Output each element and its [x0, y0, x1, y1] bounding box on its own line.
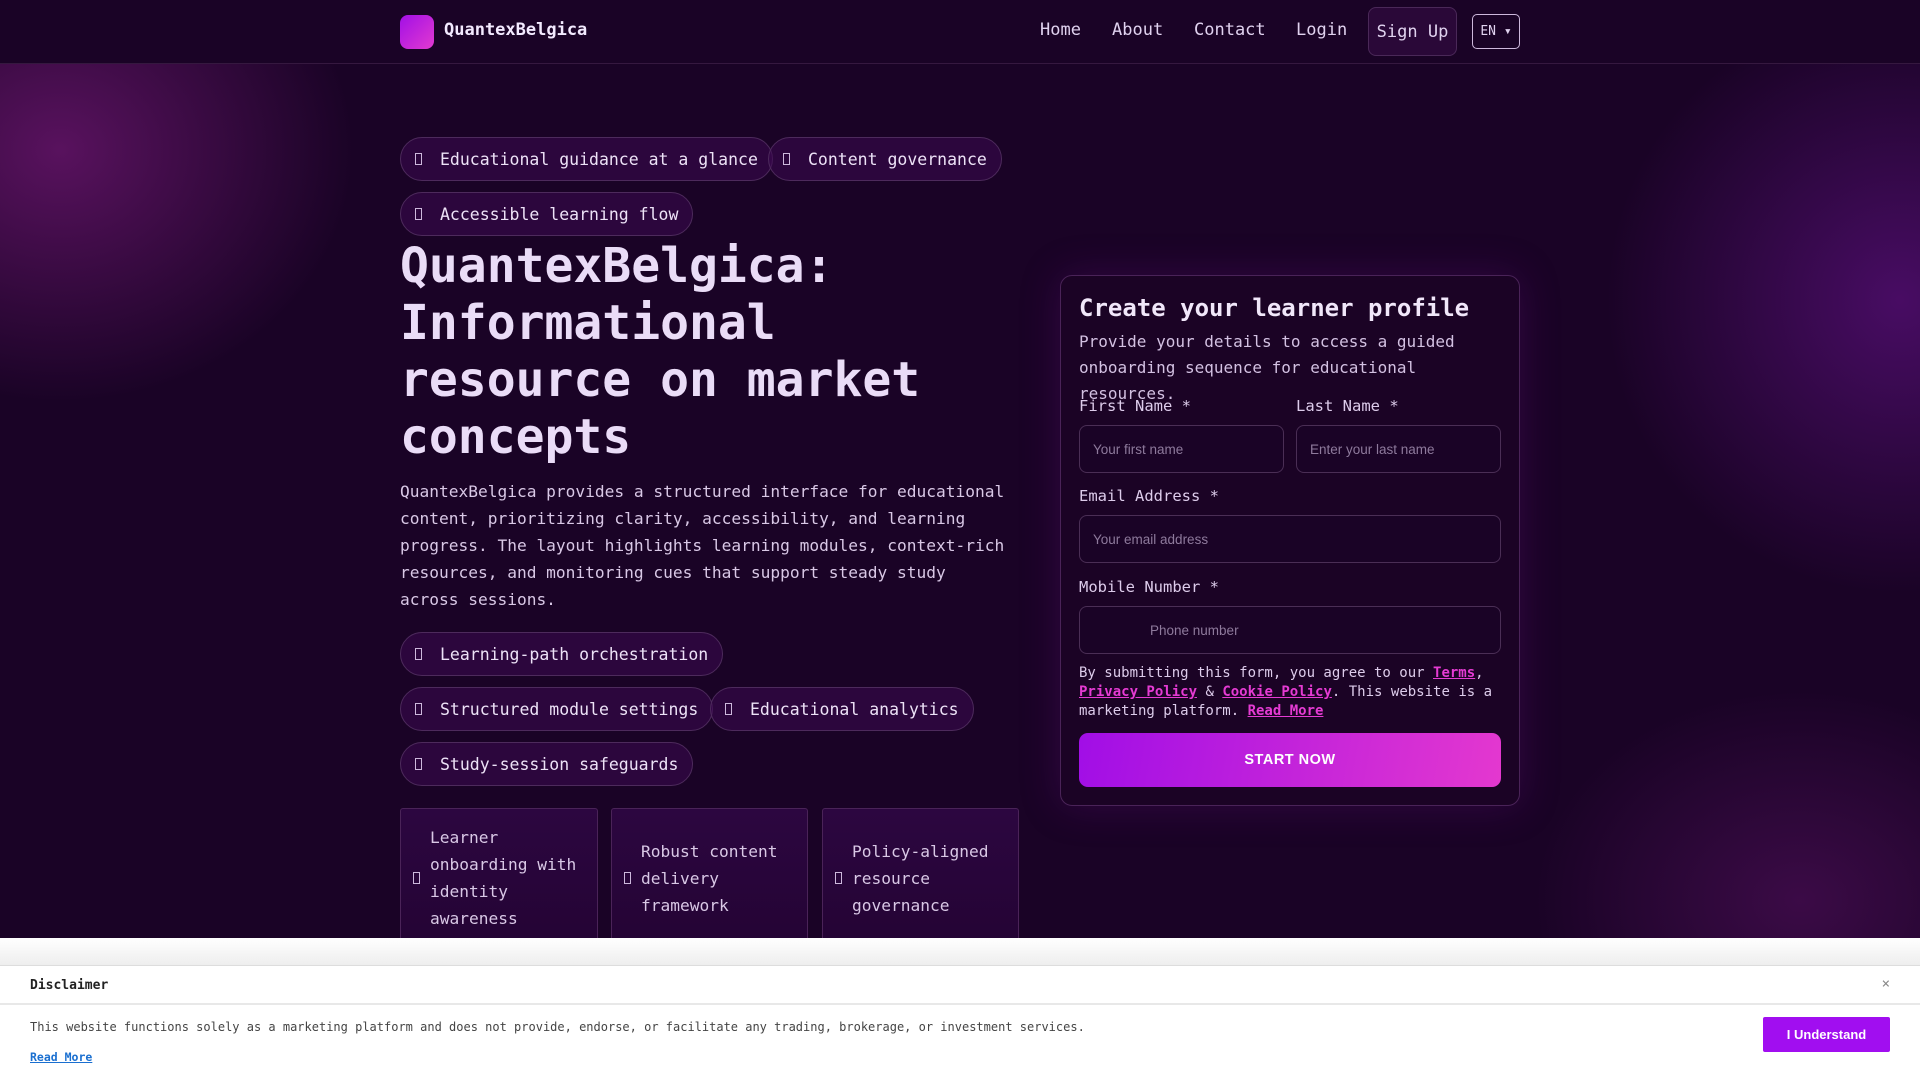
logo-icon[interactable] [400, 15, 434, 49]
privacy-link[interactable]: Privacy Policy [1079, 684, 1197, 700]
card-icon [413, 872, 420, 884]
last-name-label: Last Name * [1296, 397, 1399, 415]
email-label: Email Address * [1079, 487, 1219, 505]
feature-chip: Educational analytics [710, 687, 974, 731]
feature-icon [415, 648, 422, 660]
legal-text-part: , [1475, 665, 1484, 681]
page-title: QuantexBelgica: Informational resource o… [400, 238, 921, 465]
disclaimer-read-more-link[interactable]: Read More [30, 1050, 92, 1064]
signup-button[interactable]: Sign Up [1368, 7, 1457, 56]
nav-about[interactable]: About [1112, 20, 1163, 40]
brand-name[interactable]: QuantexBelgica [444, 20, 587, 40]
feature-icon [415, 758, 422, 770]
badge: Accessible learning flow [400, 192, 694, 236]
terms-link[interactable]: Terms [1433, 665, 1475, 681]
form-title: Create your learner profile [1079, 294, 1470, 322]
badge: Content governance [768, 137, 1002, 181]
signup-form: Create your learner profile Provide your… [1060, 275, 1520, 806]
nav-home[interactable]: Home [1040, 20, 1081, 40]
info-card: Policy-aligned resource governance [822, 808, 1019, 948]
feature-label: Educational analytics [750, 699, 959, 719]
info-card: Learner onboarding with identity awarene… [400, 808, 598, 948]
badge-icon [783, 153, 790, 165]
badge-label: Content governance [808, 149, 987, 169]
disclaimer-header: Disclaimer × [0, 966, 1920, 1005]
disclaimer-title: Disclaimer [30, 978, 109, 993]
feature-chip: Study-session safeguards [400, 742, 694, 786]
badge-icon [415, 208, 422, 220]
language-select[interactable]: EN ▾ [1472, 14, 1520, 49]
read-more-link[interactable]: Read More [1248, 703, 1324, 719]
start-now-button[interactable]: START NOW [1079, 733, 1501, 787]
feature-label: Learning-path orchestration [440, 644, 709, 664]
disclaimer-text: This website functions solely as a marke… [30, 1020, 1085, 1034]
nav-contact[interactable]: Contact [1194, 20, 1266, 40]
legal-text-part: By submitting this form, you agree to ou… [1079, 665, 1434, 681]
feature-label: Study-session safeguards [440, 754, 679, 774]
phone-input[interactable]: Phone number [1079, 606, 1501, 654]
card-text: Policy-aligned resource governance [852, 841, 989, 915]
first-name-input[interactable]: Your first name [1079, 425, 1284, 473]
feature-chip: Structured module settings [400, 687, 714, 731]
card-icon [624, 872, 631, 884]
cookie-link[interactable]: Cookie Policy [1222, 684, 1332, 700]
top-nav: QuantexBelgica Home About Contact Login … [0, 0, 1920, 64]
card-text: Learner onboarding with identity awarene… [430, 828, 577, 928]
badge-icon [415, 153, 422, 165]
badge: Educational guidance at a glance [400, 137, 773, 181]
info-card: Robust content delivery framework [611, 808, 808, 948]
feature-icon [725, 703, 732, 715]
disclaimer-banner: Disclaimer × This website functions sole… [0, 965, 1920, 1080]
badge-label: Educational guidance at a glance [440, 149, 758, 169]
card-icon [835, 872, 842, 884]
feature-chip: Learning-path orchestration [400, 632, 724, 676]
page-footer-strip [0, 938, 1920, 965]
legal-text-part: & [1197, 684, 1223, 700]
form-subtitle: Provide your details to access a guided … [1079, 332, 1455, 403]
email-input[interactable]: Your email address [1079, 515, 1501, 563]
feature-label: Structured module settings [440, 699, 699, 719]
hero-description: QuantexBelgica provides a structured int… [400, 482, 1005, 609]
nav-login[interactable]: Login [1296, 20, 1347, 40]
card-text: Robust content delivery framework [641, 841, 778, 915]
feature-icon [415, 703, 422, 715]
badge-label: Accessible learning flow [440, 204, 679, 224]
legal-text: By submitting this form, you agree to ou… [1079, 664, 1509, 721]
close-icon[interactable]: × [1882, 976, 1890, 992]
last-name-input[interactable]: Enter your last name [1296, 425, 1501, 473]
i-understand-button[interactable]: I Understand [1763, 1017, 1890, 1052]
first-name-label: First Name * [1079, 397, 1191, 415]
phone-label: Mobile Number * [1079, 578, 1219, 596]
